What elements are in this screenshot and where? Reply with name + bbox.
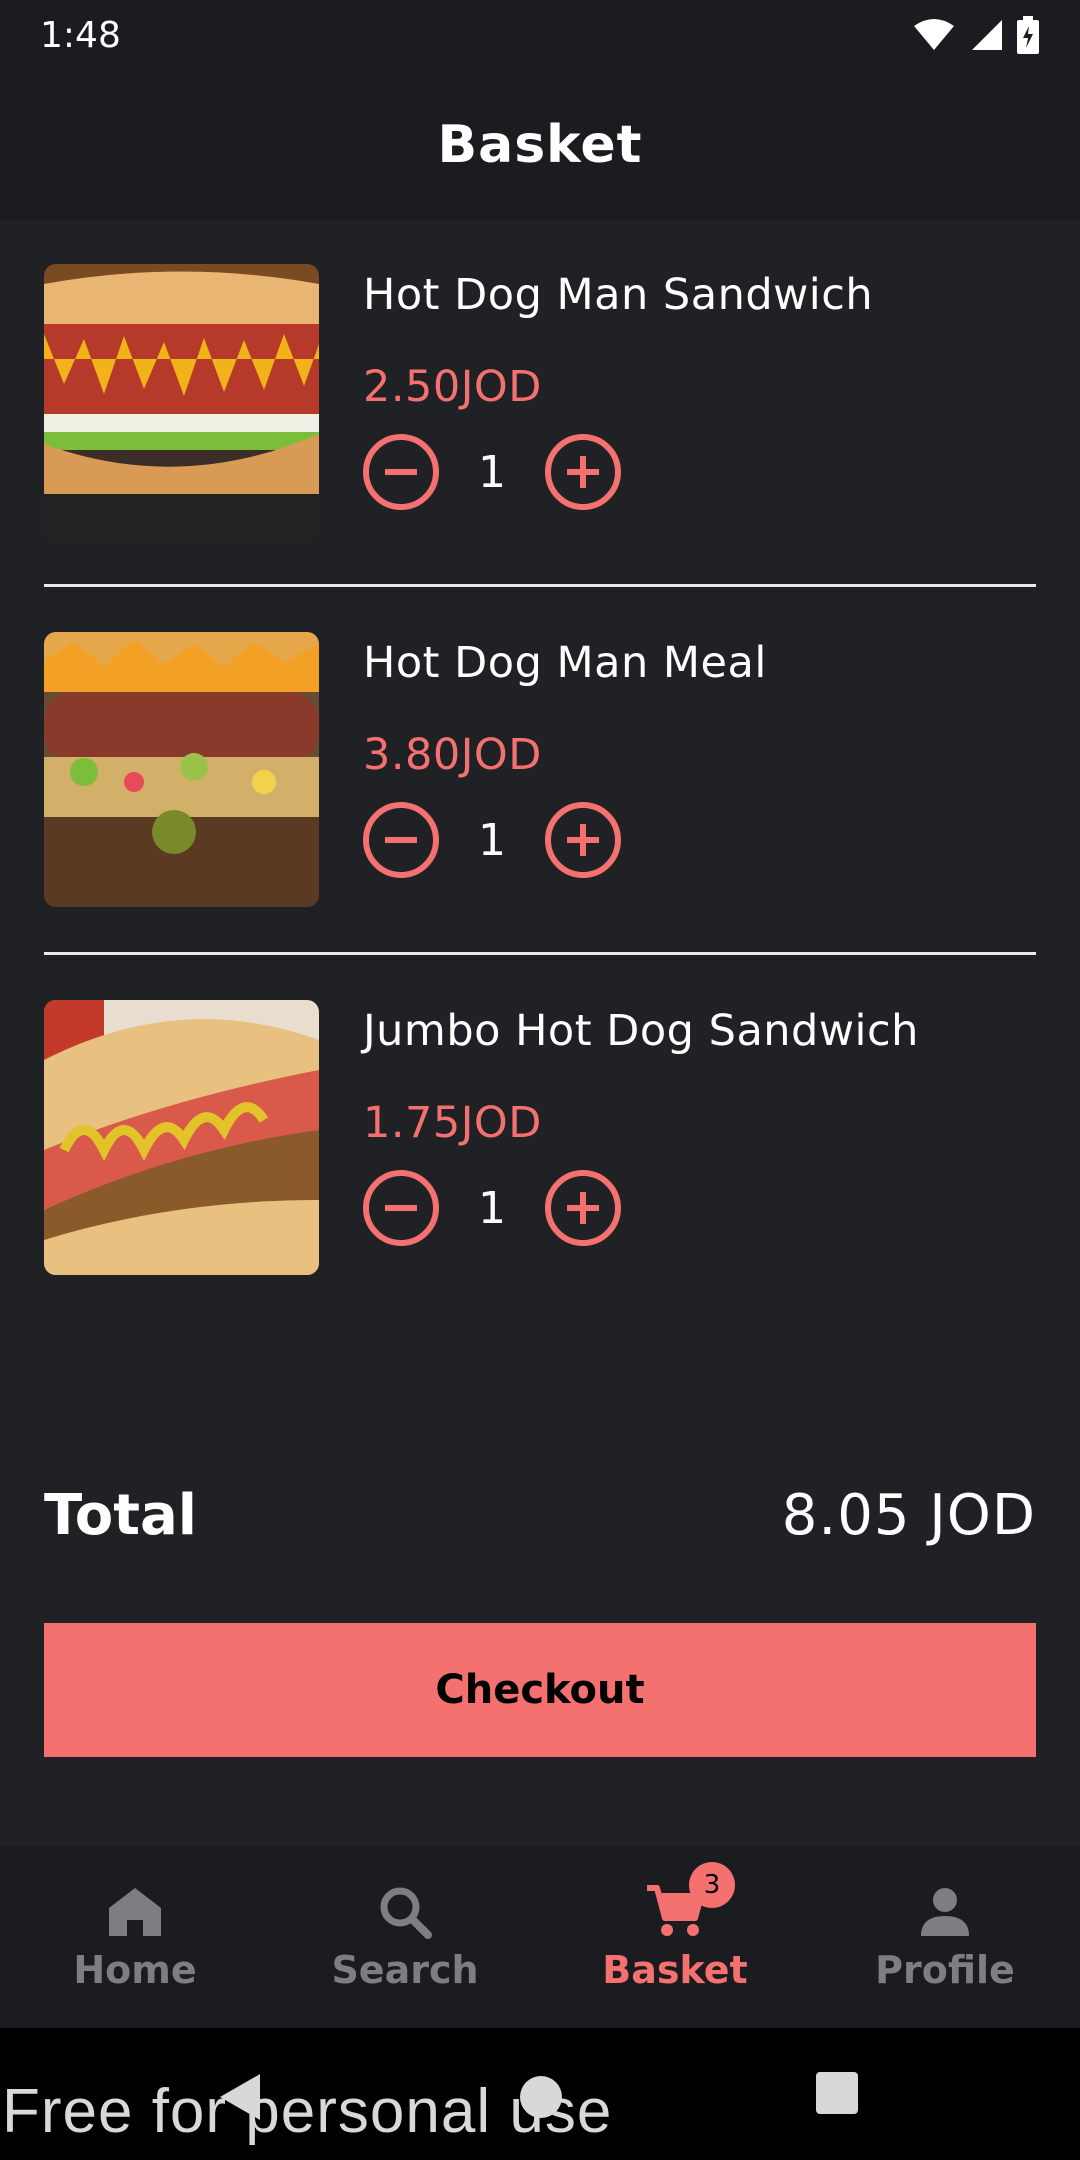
nav-item-home[interactable]: Home bbox=[0, 1846, 270, 2028]
total-label: Total bbox=[44, 1482, 197, 1548]
total-value: 8.05 JOD bbox=[781, 1482, 1036, 1548]
item-divider bbox=[44, 952, 1036, 955]
home-icon bbox=[105, 1882, 165, 1942]
status-icons bbox=[912, 16, 1040, 54]
plus-icon bbox=[567, 824, 599, 856]
increase-quantity-button[interactable] bbox=[545, 1170, 621, 1246]
cart-icon: 3 bbox=[645, 1862, 735, 1942]
basket-item: Hot Dog Man Meal 3.80JOD 1 bbox=[44, 632, 1036, 907]
basket-item: Jumbo Hot Dog Sandwich 1.75JOD 1 bbox=[44, 1000, 1036, 1275]
item-image bbox=[44, 632, 319, 907]
item-image bbox=[44, 264, 319, 539]
item-divider bbox=[44, 584, 1036, 587]
nav-label-home: Home bbox=[73, 1948, 197, 1992]
item-price: 2.50JOD bbox=[363, 362, 542, 412]
person-icon bbox=[915, 1882, 975, 1942]
item-info: Hot Dog Man Sandwich 2.50JOD 1 bbox=[363, 264, 873, 539]
status-time: 1:48 bbox=[40, 14, 121, 56]
item-info: Hot Dog Man Meal 3.80JOD 1 bbox=[363, 632, 767, 907]
item-price: 3.80JOD bbox=[363, 730, 542, 780]
quantity-stepper: 1 bbox=[363, 1170, 919, 1246]
decrease-quantity-button[interactable] bbox=[363, 1170, 439, 1246]
decrease-quantity-button[interactable] bbox=[363, 802, 439, 878]
quantity-stepper: 1 bbox=[363, 802, 767, 878]
plus-icon bbox=[567, 456, 599, 488]
item-name: Jumbo Hot Dog Sandwich bbox=[363, 1006, 919, 1056]
basket-count-badge: 3 bbox=[689, 1862, 735, 1908]
item-name: Hot Dog Man Meal bbox=[363, 638, 767, 688]
nav-label-profile: Profile bbox=[875, 1948, 1015, 1992]
decrease-quantity-button[interactable] bbox=[363, 434, 439, 510]
nav-item-basket[interactable]: 3 Basket bbox=[540, 1846, 810, 2028]
nav-label-basket: Basket bbox=[602, 1948, 748, 1992]
total-row: Total 8.05 JOD bbox=[44, 1475, 1036, 1555]
increase-quantity-button[interactable] bbox=[545, 802, 621, 878]
quantity-value: 1 bbox=[478, 814, 506, 866]
status-bar: 1:48 bbox=[0, 0, 1080, 70]
item-info: Jumbo Hot Dog Sandwich 1.75JOD 1 bbox=[363, 1000, 919, 1275]
app-header: Basket bbox=[0, 70, 1080, 220]
checkout-button[interactable]: Checkout bbox=[44, 1623, 1036, 1757]
quantity-value: 1 bbox=[478, 446, 506, 498]
basket-item: Hot Dog Man Sandwich 2.50JOD 1 bbox=[44, 264, 1036, 539]
search-icon bbox=[375, 1882, 435, 1942]
plus-icon bbox=[567, 1192, 599, 1224]
basket-list: Hot Dog Man Sandwich 2.50JOD 1 Hot Dog M… bbox=[44, 264, 1036, 1275]
minus-icon bbox=[385, 469, 417, 475]
watermark: Free for personal use bbox=[2, 2077, 613, 2146]
nav-item-profile[interactable]: Profile bbox=[810, 1846, 1080, 2028]
item-image bbox=[44, 1000, 319, 1275]
item-name: Hot Dog Man Sandwich bbox=[363, 270, 874, 320]
recent-apps-button[interactable] bbox=[816, 2072, 858, 2114]
signal-icon bbox=[972, 20, 1002, 50]
quantity-stepper: 1 bbox=[363, 434, 873, 510]
increase-quantity-button[interactable] bbox=[545, 434, 621, 510]
bottom-nav: Home Search 3 Basket Profile bbox=[0, 1846, 1080, 2028]
minus-icon bbox=[385, 1205, 417, 1211]
battery-icon bbox=[1017, 16, 1039, 54]
minus-icon bbox=[385, 837, 417, 843]
nav-label-search: Search bbox=[331, 1948, 479, 1992]
page-title: Basket bbox=[437, 115, 643, 175]
quantity-value: 1 bbox=[478, 1182, 506, 1234]
wifi-icon bbox=[914, 19, 954, 50]
item-price: 1.75JOD bbox=[363, 1098, 542, 1148]
nav-item-search[interactable]: Search bbox=[270, 1846, 540, 2028]
